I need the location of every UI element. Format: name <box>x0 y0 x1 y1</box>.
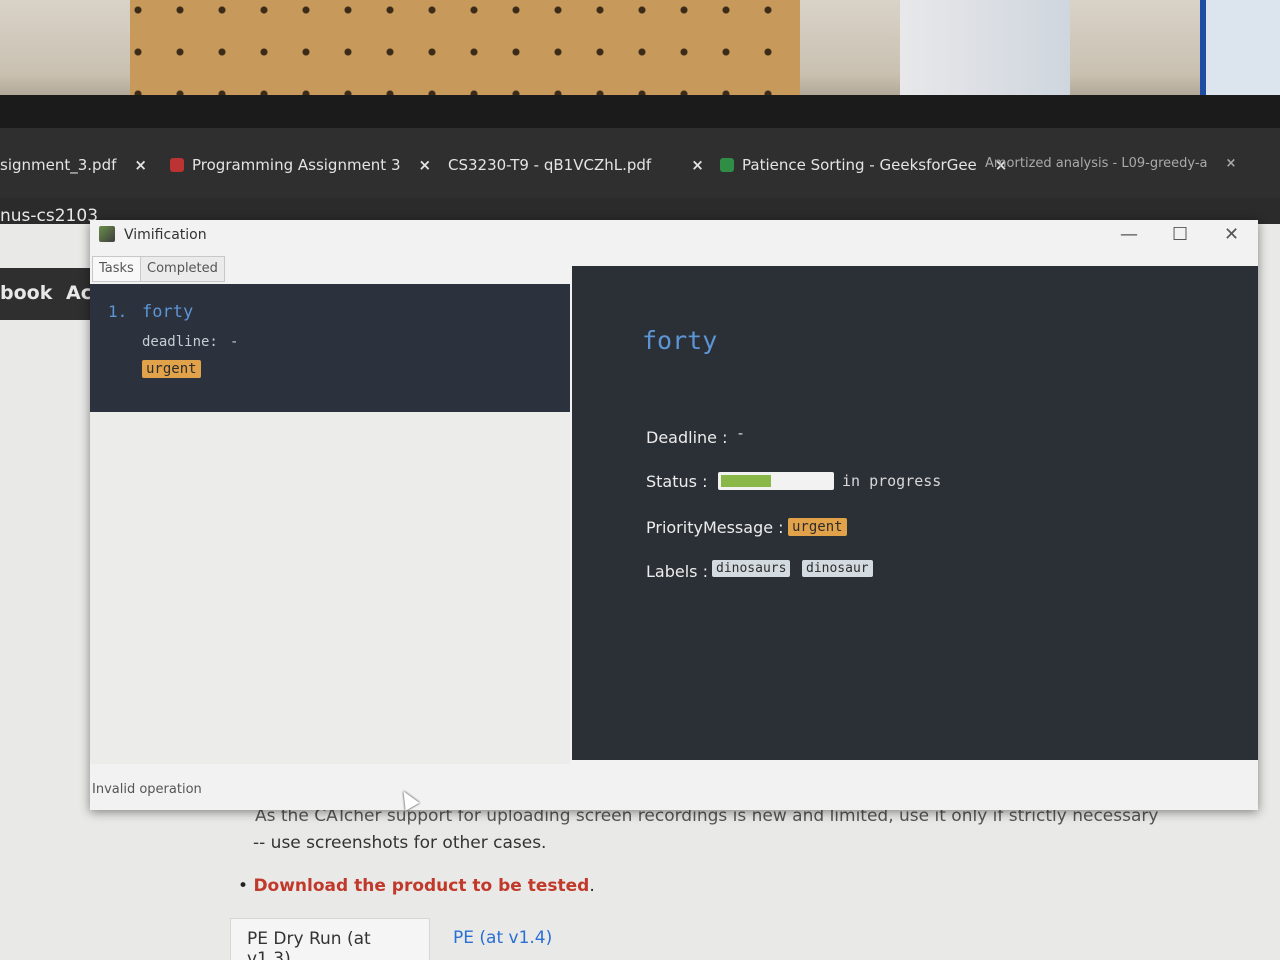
detail-title: forty <box>642 326 718 355</box>
close-button[interactable]: ✕ <box>1224 224 1239 245</box>
close-icon[interactable]: × <box>691 156 704 174</box>
deadline-value: - <box>736 424 746 442</box>
geeksforgeeks-icon <box>720 158 734 172</box>
browser-tab[interactable]: signment_3.pdf × <box>0 156 147 174</box>
status-bar: Invalid operation <box>90 768 1258 804</box>
webpage-content: As the CATcher support for uploading scr… <box>0 788 1280 960</box>
browser-tab-strip: signment_3.pdf × Programming Assignment 3… <box>0 128 1280 198</box>
window-title: Vimification <box>124 227 207 243</box>
title-bar[interactable]: Vimification — ☐ ✕ <box>90 220 1258 250</box>
nav-link[interactable]: book <box>0 282 52 304</box>
label-chip: dinosaur <box>802 560 873 577</box>
download-link[interactable]: Download the product to be tested <box>253 876 589 896</box>
info-text-cont: -- use screenshots for other cases. <box>253 833 547 853</box>
label-chip: dinosaurs <box>712 560 791 577</box>
task-list: 1. forty deadline: - urgent <box>90 284 570 764</box>
task-name: forty <box>142 302 194 322</box>
jar <box>900 0 1070 100</box>
labels-label: Labels : <box>646 562 708 581</box>
status-value: in progress <box>842 472 942 490</box>
browser-tab[interactable]: Patience Sorting - GeeksforGee × <box>720 156 1007 174</box>
app-logo-icon <box>99 226 115 242</box>
task-index: 1. <box>108 302 128 321</box>
nav-link[interactable]: Ac <box>66 282 92 304</box>
browser-tab-label: Amortized analysis - L09-greedy-a <box>985 156 1208 171</box>
pegboard <box>130 0 800 105</box>
close-icon[interactable]: × <box>1226 156 1237 171</box>
vimification-window: Vimification — ☐ ✕ Tasks Completed 1. fo… <box>90 220 1258 810</box>
priority-label: PriorityMessage : <box>646 518 784 537</box>
progress-fill <box>721 475 771 487</box>
browser-tab[interactable]: CS3230-T9 - qB1VCZhL.pdf × <box>448 156 704 174</box>
tab-bar: Tasks Completed <box>90 256 570 282</box>
maximize-button[interactable]: ☐ <box>1172 224 1188 245</box>
screen: signment_3.pdf × Programming Assignment 3… <box>0 128 1280 960</box>
period: . <box>589 876 595 896</box>
address-text: nus-cs2103 <box>0 206 99 226</box>
task-deadline-label: deadline: <box>142 334 218 350</box>
bullet: • <box>238 876 249 896</box>
tab-pe-dry-run[interactable]: PE Dry Run (at v1.3) <box>230 918 430 960</box>
browser-tab-label: signment_3.pdf <box>0 156 117 174</box>
page-nav: book Ac <box>0 268 95 320</box>
shield-icon <box>170 158 184 172</box>
tab-completed[interactable]: Completed <box>140 256 225 282</box>
minimize-button[interactable]: — <box>1120 224 1138 245</box>
close-icon[interactable]: × <box>419 156 432 174</box>
bottle <box>1200 0 1280 95</box>
task-detail-panel: forty Deadline : - Status : in progress … <box>572 266 1258 760</box>
priority-badge: urgent <box>788 518 847 536</box>
browser-tab[interactable]: Programming Assignment 3 × <box>170 156 431 174</box>
download-item: • Download the product to be tested. <box>238 876 595 896</box>
close-icon[interactable]: × <box>134 156 147 174</box>
tab-pe[interactable]: PE (at v1.4) <box>453 928 552 948</box>
task-deadline-value: - <box>230 334 239 350</box>
tab-tasks[interactable]: Tasks <box>92 256 141 282</box>
browser-tab-label: Programming Assignment 3 <box>192 156 401 174</box>
task-list-item[interactable]: 1. forty deadline: - urgent <box>90 284 570 412</box>
priority-badge: urgent <box>142 360 201 378</box>
browser-tab-label: Patience Sorting - GeeksforGee <box>742 156 977 174</box>
browser-tab[interactable]: Amortized analysis - L09-greedy-a × <box>985 156 1236 171</box>
status-message: Invalid operation <box>92 782 202 797</box>
status-label: Status : <box>646 472 708 491</box>
status-progress-bar <box>718 472 834 490</box>
browser-tab-label: CS3230-T9 - qB1VCZhL.pdf <box>448 156 652 174</box>
deadline-label: Deadline : <box>646 428 728 447</box>
